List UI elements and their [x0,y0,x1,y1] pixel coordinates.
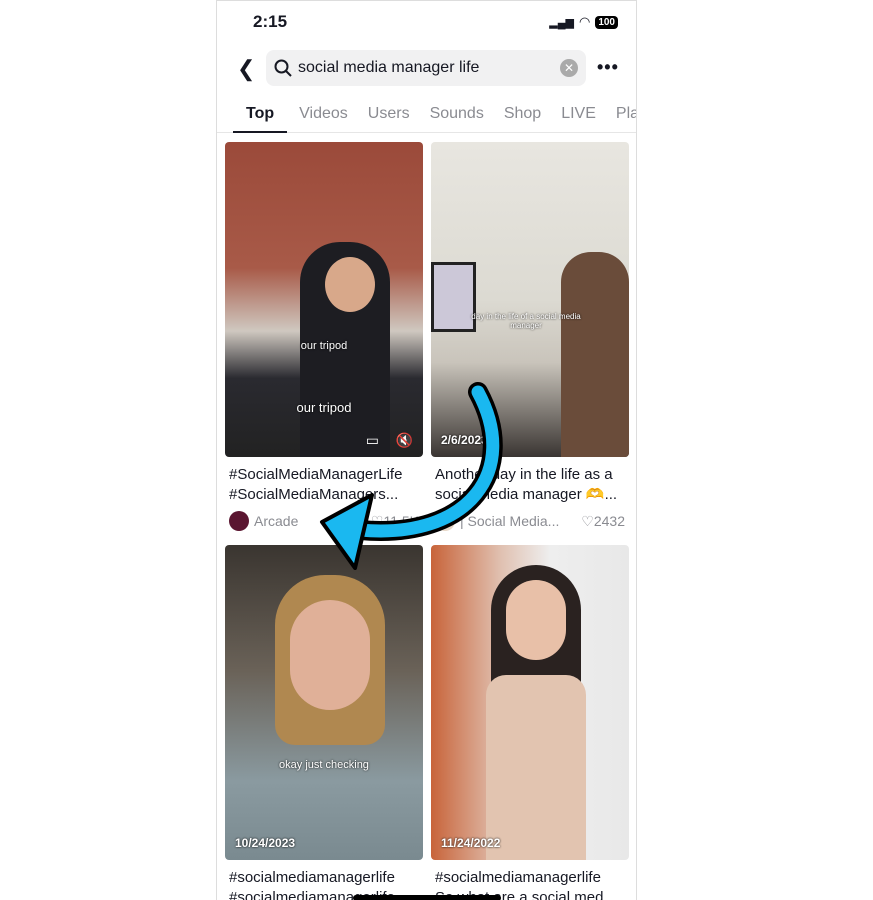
tab-shop[interactable]: Shop [492,101,549,133]
video-date: 2/6/2023 [441,433,488,447]
avatar[interactable] [435,511,455,531]
video-card[interactable]: 11/24/2022 #socialmediamanagerlife So wha… [431,545,629,900]
author-name[interactable]: Arcade [254,513,371,529]
search-bar[interactable]: ✕ [266,50,586,86]
search-tabs: Top Videos Users Sounds Shop LIVE Pla [217,101,636,133]
video-overlay-text: our tripod [300,340,348,352]
tab-videos[interactable]: Videos [287,101,356,133]
signal-icon: ▂▄▆ [549,16,574,29]
like-count: 2432 [593,513,625,529]
video-caption: Another day in the life as a social media… [435,466,618,503]
clear-search-button[interactable]: ✕ [560,59,578,77]
tab-users[interactable]: Users [356,101,418,133]
like-count: 11.5K [383,513,419,529]
author-name[interactable]: | Social Media... [460,513,581,529]
back-button[interactable]: ❮ [237,56,255,82]
captions-icon[interactable]: ▭ [366,432,379,449]
tab-top[interactable]: Top [233,101,288,133]
video-date: 11/24/2022 [441,836,501,850]
status-time: 2:15 [253,12,288,31]
search-icon [274,59,292,77]
heart-icon: ♡ [370,512,384,529]
video-overlay-text: okay just checking [279,759,369,771]
video-card[interactable]: okay just checking 10/24/2023 #socialmed… [225,545,423,900]
video-thumbnail[interactable]: okay just checking 10/24/2023 [225,545,423,860]
video-date: 10/24/2023 [235,836,296,850]
video-thumbnail[interactable]: day in the life of a social media manage… [431,142,629,457]
phone-screen: 2:15 ▂▄▆ ◠ 100 ❮ ✕ ••• Top Videos Users … [216,0,637,900]
more-options-button[interactable]: ••• [597,57,619,78]
mute-icon[interactable]: 🔇 [396,432,413,449]
wifi-icon: ◠ [578,14,591,29]
battery-icon: 100 [595,15,618,29]
video-card[interactable]: our tripod our tripod ▭ 🔇 #SocialMediaMa… [225,142,423,531]
home-indicator [353,895,501,900]
avatar[interactable] [229,511,249,531]
status-icons: ▂▄▆ ◠ 100 [549,14,618,30]
video-thumbnail[interactable]: our tripod our tripod ▭ 🔇 [225,142,423,457]
tab-places[interactable]: Pla [604,101,636,133]
video-card[interactable]: day in the life of a social media manage… [431,142,629,531]
video-subtitle: our tripod [296,400,352,415]
heart-icon: ♡ [581,512,594,529]
tab-sounds[interactable]: Sounds [418,101,492,133]
tab-live[interactable]: LIVE [549,101,604,133]
video-caption: #SocialMediaManagerLife #SocialMediaManag… [229,466,403,503]
search-input[interactable] [298,59,548,77]
video-overlay-text: day in the life of a social media manage… [471,312,581,330]
video-thumbnail[interactable]: 11/24/2022 [431,545,629,860]
